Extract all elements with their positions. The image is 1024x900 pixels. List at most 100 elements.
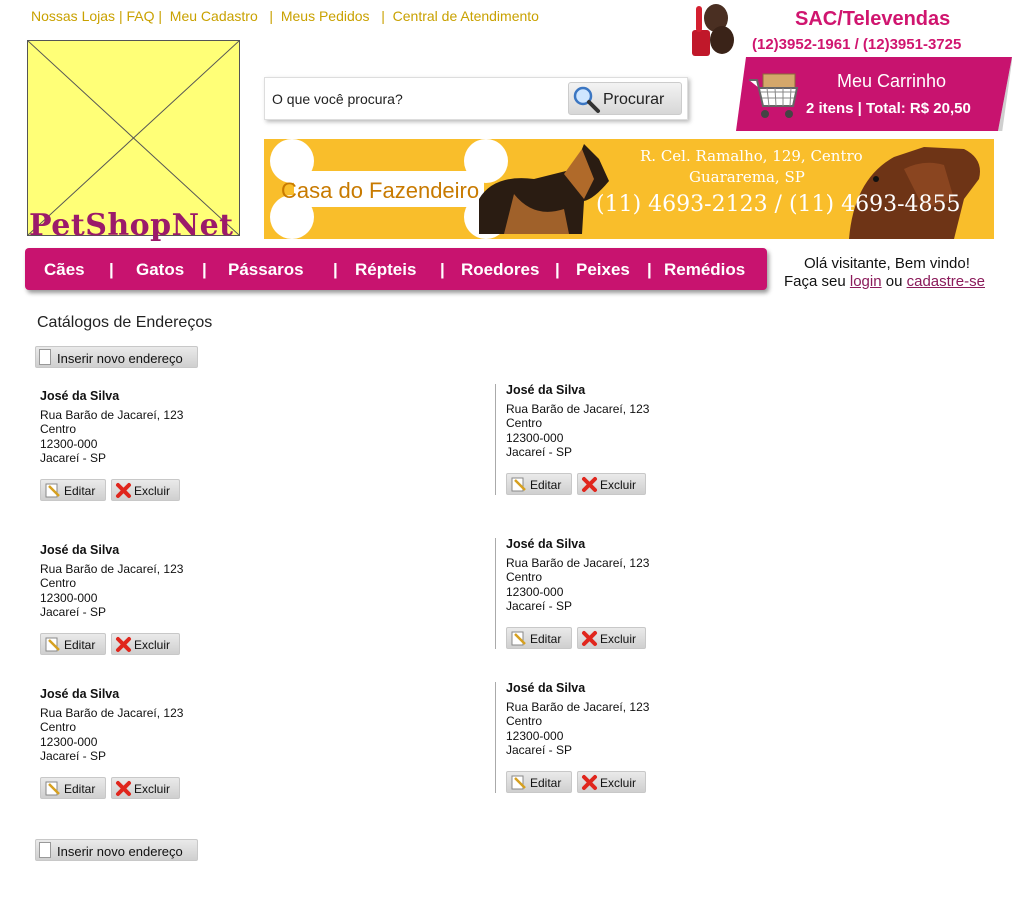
search-button-label: Procurar — [603, 91, 665, 108]
delete-address-button[interactable]: Excluir — [111, 633, 180, 655]
address-city: Jacareí - SP — [40, 605, 107, 619]
address-city: Jacareí - SP — [506, 743, 573, 757]
logo-image-placeholder[interactable] — [27, 40, 240, 236]
document-icon — [39, 349, 51, 365]
add-address-button[interactable]: Inserir novo endereço — [35, 346, 198, 368]
cart-summary[interactable]: 2 itens | Total: R$ 20,50 — [806, 100, 971, 117]
address-card: José da Silva Rua Barão de Jacareí, 123 Ce… — [40, 389, 340, 466]
address-zip: 12300-000 — [506, 430, 564, 445]
address-district: Centro — [40, 422, 77, 436]
address-name: José da Silva — [40, 389, 120, 403]
link-meus-pedidos[interactable]: Meus Pedidos — [281, 8, 370, 24]
edit-pencil-icon — [511, 631, 526, 646]
shopping-cart-icon — [749, 73, 799, 118]
edit-address-button[interactable]: Editar — [40, 479, 106, 501]
link-nossas-lojas[interactable]: Nossas Lojas — [31, 8, 115, 24]
magnifier-icon — [573, 86, 600, 113]
delete-x-icon — [116, 483, 131, 498]
banner-address-line2: Guararema, SP — [689, 168, 805, 186]
address-zip: 12300-000 — [506, 584, 564, 599]
address-name: José da Silva — [506, 681, 586, 695]
divider — [495, 538, 496, 649]
delete-address-button[interactable]: Excluir — [577, 473, 646, 495]
dog-phone-icon — [692, 4, 734, 56]
address-street: Rua Barão de Jacareí, 123 — [506, 699, 650, 714]
nav-item-remedios[interactable]: Remédios — [664, 260, 745, 280]
nav-item-repteis[interactable]: Répteis — [355, 260, 416, 280]
address-district: Centro — [40, 576, 77, 590]
add-address-button-bottom[interactable]: Inserir novo endereço — [35, 839, 198, 861]
search-button[interactable]: Procurar — [568, 82, 682, 115]
delete-x-icon — [582, 775, 597, 790]
address-city: Jacareí - SP — [40, 451, 107, 465]
delete-address-button[interactable]: Excluir — [577, 771, 646, 793]
delete-x-icon — [116, 781, 131, 796]
address-card: José da Silva Rua Barão de Jacareí, 123 Ce… — [40, 543, 340, 620]
edit-address-button[interactable]: Editar — [506, 627, 572, 649]
sac-phones: (12)3952-1961 / (12)3951-3725 — [752, 36, 962, 53]
link-central-atendimento[interactable]: Central de Atendimento — [393, 8, 539, 24]
logo-text[interactable]: PetShopNet — [29, 208, 234, 243]
address-city: Jacareí - SP — [506, 445, 573, 459]
address-street: Rua Barão de Jacareí, 123 — [40, 407, 184, 422]
link-meu-cadastro[interactable]: Meu Cadastro — [170, 8, 258, 24]
divider — [495, 682, 496, 793]
address-name: José da Silva — [506, 537, 586, 551]
delete-x-icon — [116, 637, 131, 652]
edit-address-button[interactable]: Editar — [40, 633, 106, 655]
address-zip: 12300-000 — [506, 728, 564, 743]
address-street: Rua Barão de Jacareí, 123 — [40, 561, 184, 576]
login-link[interactable]: login — [850, 273, 882, 290]
divider — [495, 384, 496, 495]
edit-pencil-icon — [45, 483, 60, 498]
nav-item-roedores[interactable]: Roedores — [461, 260, 539, 280]
delete-x-icon — [582, 477, 597, 492]
signup-link[interactable]: cadastre-se — [907, 273, 985, 290]
nav-item-peixes[interactable]: Peixes — [576, 260, 630, 280]
delete-address-button[interactable]: Excluir — [111, 479, 180, 501]
address-card: José da Silva Rua Barão de Jacareí, 123 Ce… — [40, 687, 340, 764]
edit-pencil-icon — [45, 781, 60, 796]
address-zip: 12300-000 — [40, 590, 98, 605]
nav-item-gatos[interactable]: Gatos — [136, 260, 184, 280]
cart-title[interactable]: Meu Carrinho — [837, 71, 946, 92]
address-name: José da Silva — [506, 383, 586, 397]
document-icon — [39, 842, 51, 858]
delete-address-button[interactable]: Excluir — [111, 777, 180, 799]
address-district: Centro — [506, 570, 543, 584]
banner-address-line1: R. Cel. Ramalho, 129, Centro — [640, 147, 863, 165]
address-street: Rua Barão de Jacareí, 123 — [506, 401, 650, 416]
edit-pencil-icon — [45, 637, 60, 652]
nav-item-caes[interactable]: Cães — [44, 260, 85, 280]
edit-address-button[interactable]: Editar — [40, 777, 106, 799]
address-city: Jacareí - SP — [40, 749, 107, 763]
address-zip: 12300-000 — [40, 734, 98, 749]
address-street: Rua Barão de Jacareí, 123 — [506, 555, 650, 570]
address-card: José da Silva Rua Barão de Jacareí, 123 Ce… — [506, 681, 806, 758]
nav-item-passaros[interactable]: Pássaros — [228, 260, 304, 280]
address-card: José da Silva Rua Barão de Jacareí, 123 Ce… — [506, 537, 806, 614]
edit-pencil-icon — [511, 775, 526, 790]
address-district: Centro — [40, 720, 77, 734]
login-prompt: Faça seu login ou cadastre-se — [784, 273, 985, 290]
top-links: Nossas Lojas | FAQ | Meu Cadastro | Meus… — [31, 8, 539, 24]
address-city: Jacareí - SP — [506, 599, 573, 613]
edit-address-button[interactable]: Editar — [506, 771, 572, 793]
edit-pencil-icon — [511, 477, 526, 492]
page-title: Catálogos de Endereços — [37, 314, 213, 331]
address-zip: 12300-000 — [40, 436, 98, 451]
link-faq[interactable]: FAQ — [126, 8, 154, 24]
address-card: José da Silva Rua Barão de Jacareí, 123 Ce… — [506, 383, 806, 460]
delete-address-button[interactable]: Excluir — [577, 627, 646, 649]
delete-x-icon — [582, 631, 597, 646]
search-input[interactable] — [270, 86, 554, 112]
sac-title: SAC/Televendas — [795, 8, 951, 30]
banner-phones: (11) 4693-2123 / (11) 4693-4855 — [596, 192, 961, 217]
banner-store-name: Casa do Fazendeiro — [281, 178, 480, 203]
address-district: Centro — [506, 416, 543, 430]
placeholder-cross — [28, 41, 239, 235]
address-name: José da Silva — [40, 687, 120, 701]
address-street: Rua Barão de Jacareí, 123 — [40, 705, 184, 720]
address-name: José da Silva — [40, 543, 120, 557]
edit-address-button[interactable]: Editar — [506, 473, 572, 495]
